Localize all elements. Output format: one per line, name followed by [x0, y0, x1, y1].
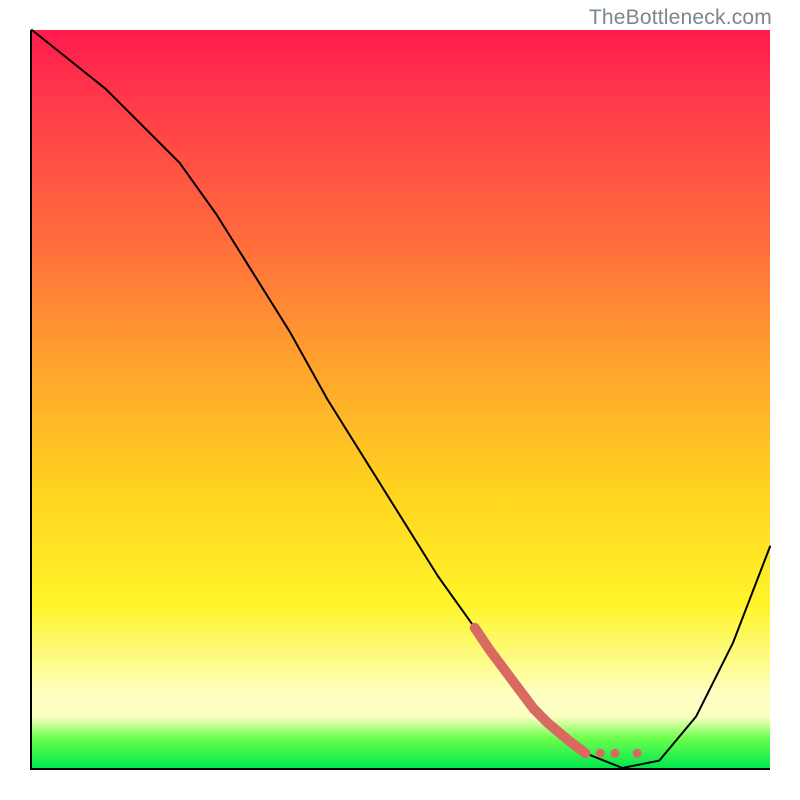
highlight-dot-2: [611, 749, 620, 758]
watermark-text: TheBottleneck.com: [589, 6, 772, 30]
curve-layer: [32, 30, 770, 768]
highlight-dot-1: [596, 749, 605, 758]
highlight-dot-3: [633, 749, 642, 758]
chart-overlay: [32, 30, 770, 768]
highlight-segment: [475, 628, 586, 753]
plot-area: [30, 30, 770, 770]
bottleneck-curve: [32, 30, 770, 768]
chart-stage: TheBottleneck.com: [0, 0, 800, 800]
